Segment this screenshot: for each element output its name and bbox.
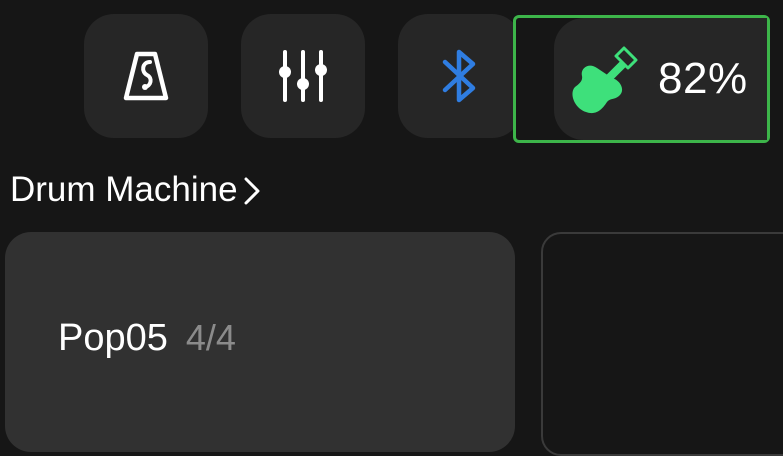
mixer-button[interactable] <box>241 14 365 138</box>
bluetooth-icon <box>442 49 476 103</box>
chevron-right-icon <box>244 177 260 205</box>
battery-pill: 82% <box>554 18 767 140</box>
battery-level-text: 82% <box>658 54 748 103</box>
section-title: Drum Machine <box>10 170 238 209</box>
guitar-icon <box>572 46 638 114</box>
metronome-icon <box>123 51 169 101</box>
time-signature: 4/4 <box>185 317 236 358</box>
drum-control-card[interactable] <box>541 232 783 456</box>
pattern-row: Pop05 4/4 <box>58 317 236 360</box>
metronome-button[interactable] <box>84 14 208 138</box>
bluetooth-button[interactable] <box>398 14 522 138</box>
mixer-sliders-icon <box>279 50 327 102</box>
pattern-name: Pop05 <box>58 317 168 359</box>
drum-machine-link[interactable]: Drum Machine <box>10 170 262 210</box>
device-battery-status[interactable]: 82% <box>513 15 770 143</box>
drum-pattern-card[interactable]: Pop05 4/4 <box>5 232 515 452</box>
